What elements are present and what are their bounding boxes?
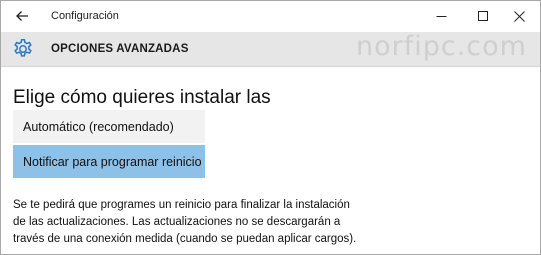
maximize-button[interactable] [468,4,498,28]
close-icon [513,10,525,22]
description-line: través de una conexión medida (cuando se… [13,233,357,245]
page-title: OPCIONES AVANZADAS [51,43,189,55]
description-line: de las actualizaciones. Las actualizacio… [13,216,341,228]
minimize-icon [436,15,446,17]
option-label: Notificar para programar reinicio [23,154,202,169]
option-label: Automático (recomendado) [23,119,174,134]
settings-window: Configuración OPCIONES AVANZADAS norfipc… [0,0,541,255]
description-text: Se te pedirá que programes un reinicio p… [13,197,413,248]
close-button[interactable] [504,4,534,28]
back-arrow-icon [16,11,28,21]
window-title: Configuración [51,10,119,22]
option-notify-restart[interactable]: Notificar para programar reinicio [13,145,205,178]
gear-icon [14,39,32,57]
option-automatic[interactable]: Automático (recomendado) [13,110,205,143]
title-bar: Configuración [1,1,540,32]
watermark: norfipc.com [356,31,527,62]
header-divider [1,66,540,67]
description-line: Se te pedirá que programes un reinicio p… [13,199,350,211]
section-heading: Elige cómo quieres instalar las [13,87,271,108]
minimize-button[interactable] [426,4,456,28]
maximize-icon [478,11,488,21]
back-button[interactable] [9,5,35,27]
